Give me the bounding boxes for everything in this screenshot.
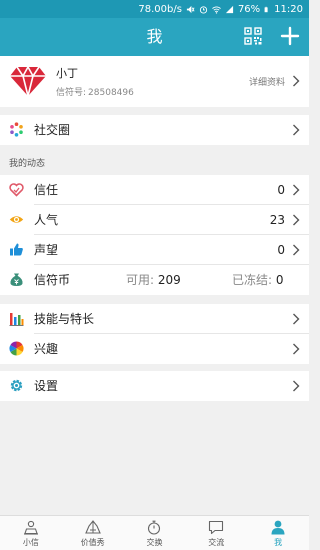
reputation-row[interactable]: 声望 0 <box>0 235 309 265</box>
qr-code-icon[interactable] <box>244 27 262 45</box>
profile-card[interactable]: 小丁 信符号: 28508496 详细资料 <box>0 56 309 107</box>
credit-coin-row: 信符币 可用: 209 已冻结: 0 <box>0 265 309 295</box>
trust-label: 信任 <box>34 183 59 197</box>
coin-available-value: 209 <box>157 273 181 287</box>
trust-value: 0 <box>277 183 285 197</box>
skills-row[interactable]: 技能与特长 <box>0 304 309 334</box>
chevron-right-icon <box>293 313 300 325</box>
tab-label: 我 <box>274 538 283 547</box>
interests-label: 兴趣 <box>34 342 59 356</box>
tab-communication[interactable]: 交流 <box>185 516 247 550</box>
tab-value-show[interactable]: 价值秀 <box>62 516 124 550</box>
trust-row[interactable]: 信任 0 <box>0 175 309 205</box>
chevron-right-icon <box>293 75 300 87</box>
coin-available-label: 可用: <box>126 273 155 287</box>
gear-icon <box>10 379 23 392</box>
tab-me[interactable]: 我 <box>247 516 309 550</box>
coin-frozen-value: 0 <box>275 273 284 287</box>
reputation-label: 声望 <box>34 243 59 257</box>
popularity-row[interactable]: 人气 23 <box>0 205 309 235</box>
status-bar: 78.00b/s 76% 11:20 <box>0 0 309 18</box>
person-icon <box>271 520 285 535</box>
chevron-right-icon <box>293 244 300 256</box>
bar-chart-icon <box>9 313 24 326</box>
diamond-avatar-icon <box>10 66 46 97</box>
chevron-right-icon <box>293 380 300 392</box>
add-icon[interactable] <box>280 26 300 46</box>
popularity-label: 人气 <box>34 213 59 227</box>
money-bag-icon <box>10 273 23 286</box>
clock: 11:20 <box>274 3 303 15</box>
chat-bubble-icon <box>209 520 224 535</box>
profile-id: 信符号: 28508496 <box>56 85 134 98</box>
tab-label: 交流 <box>208 538 225 547</box>
color-wheel-icon <box>9 341 24 356</box>
coin-available: 可用: 209 <box>126 265 181 295</box>
chevron-right-icon <box>293 124 300 136</box>
home-person-icon <box>23 520 38 535</box>
page-title: 我 <box>146 27 163 46</box>
popularity-value: 23 <box>269 213 285 227</box>
tab-xiaoxin[interactable]: 小信 <box>0 516 62 550</box>
activity-section-title: 我的动态 <box>9 159 46 169</box>
network-speed: 78.00b/s <box>138 3 182 15</box>
credit-coin-label: 信符币 <box>34 273 71 287</box>
coin-frozen: 已冻结: 0 <box>232 265 284 295</box>
social-circle-row[interactable]: 社交圈 <box>0 115 309 145</box>
chevron-right-icon <box>293 343 300 355</box>
stage-icon <box>84 520 101 534</box>
bottom-tab-bar: 小信 价值秀 交换 交流 我 <box>0 515 309 550</box>
settings-row[interactable]: 设置 <box>0 371 309 401</box>
profile-id-value: 28508496 <box>88 88 134 98</box>
tab-label: 小信 <box>22 538 39 547</box>
signal-icon <box>225 5 234 13</box>
reputation-value: 0 <box>277 243 285 257</box>
chevron-right-icon <box>293 214 300 226</box>
tab-label: 交换 <box>146 538 163 547</box>
eye-icon <box>9 216 24 223</box>
settings-label: 设置 <box>34 379 59 393</box>
battery-percent: 76% <box>237 3 261 15</box>
skills-label: 技能与特长 <box>34 312 95 326</box>
coin-frozen-label: 已冻结: <box>232 273 273 287</box>
profile-detail-link[interactable]: 详细资料 <box>249 75 285 88</box>
heart-icon <box>9 183 24 197</box>
chevron-right-icon <box>293 184 300 196</box>
social-circle-label: 社交圈 <box>34 123 71 137</box>
tab-exchange[interactable]: 交换 <box>124 516 186 550</box>
battery-icon <box>264 6 268 12</box>
profile-id-label: 信符号: <box>56 88 87 98</box>
tab-label: 价值秀 <box>80 538 105 547</box>
timer-icon <box>148 520 161 535</box>
alarm-icon <box>199 5 208 14</box>
wifi-icon <box>212 6 221 14</box>
social-circle-icon <box>10 122 23 137</box>
app-bar: 我 <box>0 18 309 56</box>
mute-icon <box>186 5 195 13</box>
profile-name: 小丁 <box>56 67 78 80</box>
thumbs-up-icon <box>10 243 23 256</box>
interests-row[interactable]: 兴趣 <box>0 334 309 364</box>
